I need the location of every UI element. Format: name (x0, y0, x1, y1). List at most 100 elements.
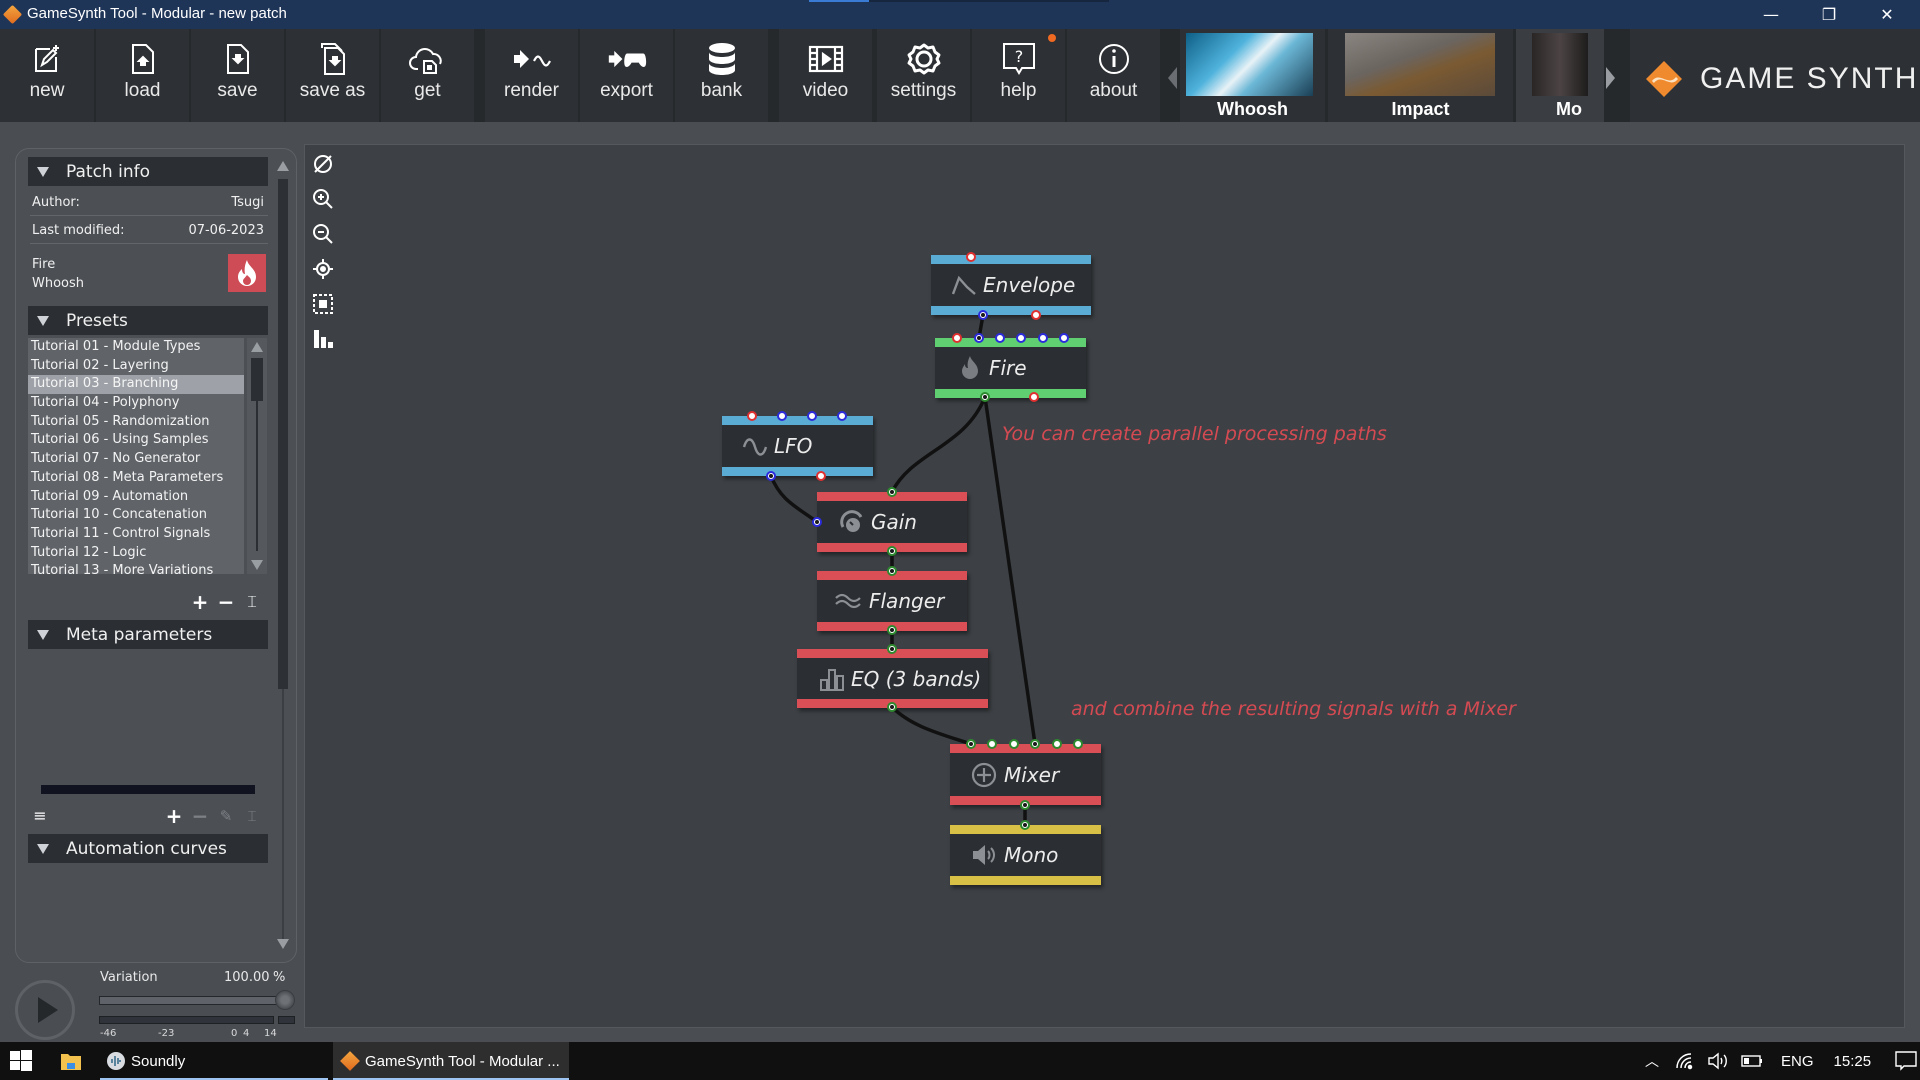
port-mixer[interactable] (1009, 739, 1019, 749)
port-flanger[interactable] (887, 566, 897, 576)
layout-button[interactable] (310, 326, 336, 352)
models-scroll-right-icon[interactable] (1606, 67, 1615, 89)
node-mono[interactable]: Mono (950, 825, 1101, 885)
node-flanger[interactable]: Flanger (817, 571, 967, 631)
select-all-button[interactable] (310, 291, 336, 317)
node-gain[interactable]: Gain (817, 492, 967, 552)
port-envelope[interactable] (1031, 310, 1041, 320)
port-fire[interactable] (974, 333, 984, 343)
port-mixer[interactable] (1073, 739, 1083, 749)
zoom-in-button[interactable] (310, 186, 336, 212)
meta-parameter-bar[interactable] (41, 785, 255, 794)
get-button[interactable]: get (381, 29, 474, 122)
model-thumb-impact[interactable]: Impact (1328, 29, 1513, 122)
preset-item[interactable]: Tutorial 10 - Concatenation (28, 506, 244, 525)
node-lfo[interactable]: LFO (722, 416, 873, 476)
zoom-out-button[interactable] (310, 221, 336, 247)
preset-item[interactable]: Tutorial 02 - Layering (28, 357, 244, 376)
port-envelope[interactable] (966, 252, 976, 262)
port-mixer[interactable] (1052, 739, 1062, 749)
port-lfo[interactable] (777, 411, 787, 421)
port-mixer[interactable] (1020, 800, 1030, 810)
port-mixer[interactable] (1030, 739, 1040, 749)
preset-item[interactable]: Tutorial 11 - Control Signals (28, 525, 244, 544)
variation-slider[interactable] (99, 996, 283, 1005)
node-envelope[interactable]: Envelope (931, 255, 1091, 315)
show-hidden-icons-button[interactable]: ︿ (1645, 1051, 1659, 1071)
port-fire[interactable] (1059, 333, 1069, 343)
port-envelope[interactable] (978, 310, 988, 320)
scroll-up-icon[interactable] (277, 161, 289, 171)
meta-parameters-header[interactable]: Meta parameters (28, 620, 268, 649)
notification-center-icon[interactable] (1895, 1051, 1917, 1071)
preset-item[interactable]: Tutorial 12 - Logic (28, 544, 244, 563)
about-button[interactable]: about (1067, 29, 1160, 122)
port-lfo[interactable] (747, 411, 757, 421)
language-indicator[interactable]: ENG (1781, 1053, 1814, 1070)
remove-preset-button[interactable]: − (215, 591, 237, 613)
close-button[interactable]: ✕ (1858, 0, 1916, 29)
preset-item[interactable]: Tutorial 13 - More Variations (28, 562, 244, 574)
preset-item[interactable]: Tutorial 09 - Automation (28, 488, 244, 507)
clear-canvas-button[interactable] (310, 151, 336, 177)
file-explorer-button[interactable] (60, 1042, 84, 1080)
new-button[interactable]: new (0, 29, 94, 122)
bank-button[interactable]: bank (675, 29, 768, 122)
save-button[interactable]: save (191, 29, 284, 122)
preset-item[interactable]: Tutorial 01 - Module Types (28, 338, 244, 357)
port-lfo[interactable] (816, 471, 826, 481)
port-mixer[interactable] (987, 739, 997, 749)
edit-meta-button[interactable]: ✎ (215, 805, 237, 827)
model-thumb-partial[interactable]: Mo (1516, 29, 1604, 122)
clock[interactable]: 15:25 (1834, 1053, 1872, 1070)
automation-curves-header[interactable]: Automation curves (28, 834, 268, 863)
port-gain[interactable] (887, 487, 897, 497)
volume-icon[interactable] (1707, 1052, 1729, 1070)
export-button[interactable]: export (580, 29, 673, 122)
preset-item[interactable]: Tutorial 08 - Meta Parameters (28, 469, 244, 488)
presets-header[interactable]: Presets (28, 306, 268, 335)
scroll-down-icon[interactable] (277, 939, 289, 949)
port-lfo[interactable] (766, 471, 776, 481)
save-as-button[interactable]: save as (286, 29, 379, 122)
category-badge[interactable] (228, 254, 266, 292)
render-button[interactable]: render (485, 29, 578, 122)
left-panel-scrollbar[interactable] (275, 159, 289, 949)
taskbar-app-gamesynth[interactable]: GameSynth Tool - Modular ... (333, 1042, 569, 1080)
play-button[interactable] (15, 980, 75, 1040)
model-thumb-whoosh[interactable]: Whoosh (1180, 29, 1325, 122)
patch-info-header[interactable]: Patch info (28, 157, 268, 186)
taskbar-app-soundly[interactable]: Soundly (100, 1042, 328, 1080)
meta-menu-button[interactable]: ≡ (29, 805, 51, 827)
port-fire[interactable] (995, 333, 1005, 343)
add-meta-button[interactable]: + (163, 805, 185, 827)
rename-preset-button[interactable]: ⌶ (241, 591, 263, 613)
scroll-down-icon[interactable] (251, 560, 263, 570)
minimize-button[interactable]: — (1742, 0, 1800, 29)
preset-item[interactable]: Tutorial 06 - Using Samples (28, 431, 244, 450)
node-fire[interactable]: Fire (935, 338, 1086, 398)
port-fire[interactable] (1016, 333, 1026, 343)
preset-item[interactable]: Tutorial 04 - Polyphony (28, 394, 244, 413)
port-lfo[interactable] (807, 411, 817, 421)
preset-item[interactable]: Tutorial 05 - Randomization (28, 413, 244, 432)
settings-button[interactable]: settings (877, 29, 970, 122)
node-mixer[interactable]: Mixer (950, 744, 1101, 805)
port-mixer[interactable] (966, 739, 976, 749)
port-gain[interactable] (812, 517, 822, 527)
port-fire[interactable] (1038, 333, 1048, 343)
restore-button[interactable]: ❐ (1800, 0, 1858, 29)
port-eq[interactable] (887, 702, 897, 712)
center-view-button[interactable] (310, 256, 336, 282)
port-fire[interactable] (1029, 392, 1039, 402)
port-eq[interactable] (887, 644, 897, 654)
patch-canvas[interactable] (304, 144, 1905, 1028)
port-fire[interactable] (980, 392, 990, 402)
rename-meta-button[interactable]: ⌶ (241, 805, 263, 827)
preset-list-scrollbar[interactable] (247, 338, 267, 574)
start-button[interactable] (10, 1042, 34, 1080)
port-mono[interactable] (1020, 820, 1030, 830)
scroll-thumb[interactable] (251, 358, 263, 401)
node-eq[interactable]: EQ (3 bands) (797, 649, 988, 708)
wifi-icon[interactable] (1675, 1052, 1695, 1070)
